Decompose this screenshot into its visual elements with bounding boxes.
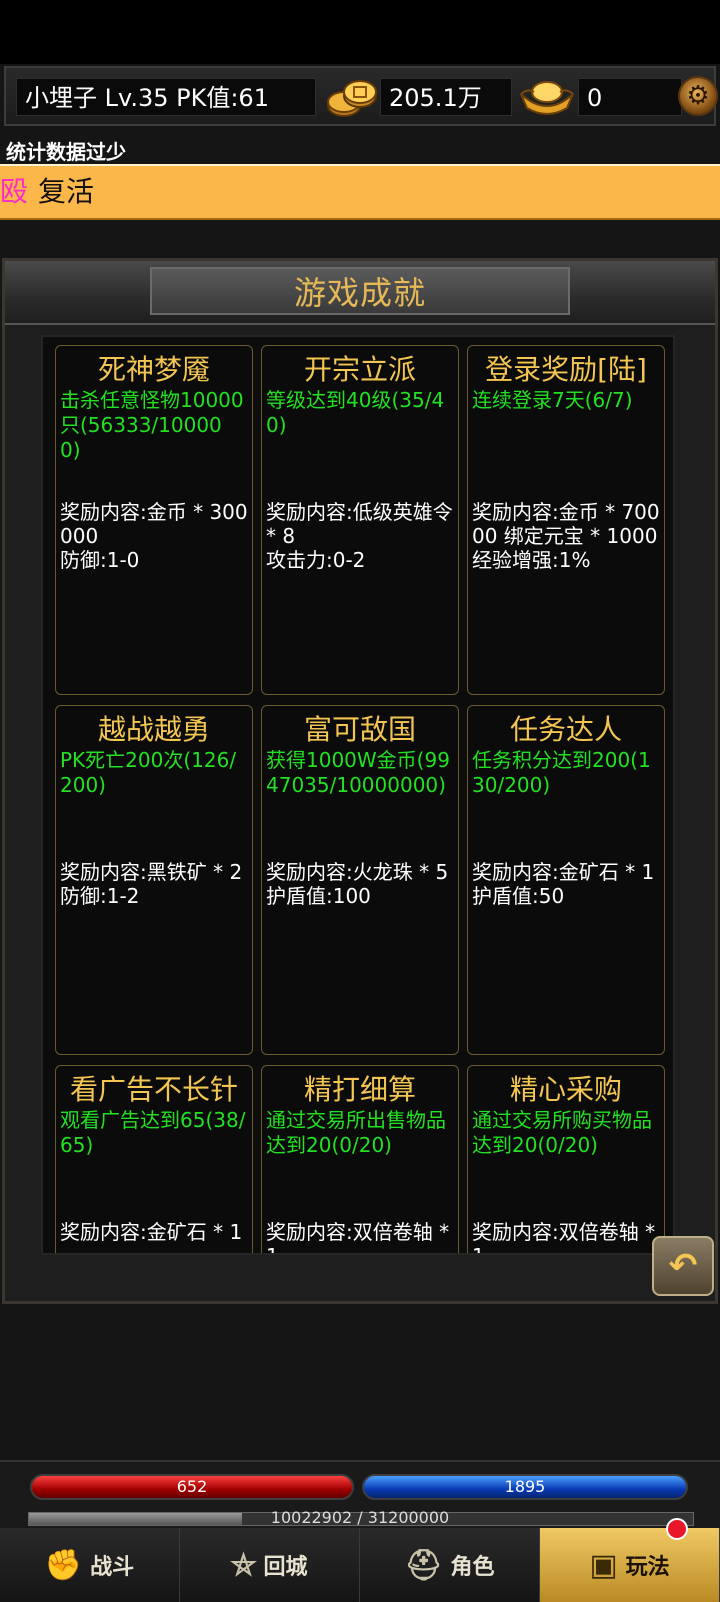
banner-prefix: 殴	[0, 175, 29, 208]
gear-icon: ⚙	[686, 81, 710, 111]
achievement-bonus: 防御:1-2	[60, 884, 140, 908]
gold-ingot-icon	[520, 81, 574, 115]
achievement-card[interactable]: 登录奖励[陆] 连续登录7天(6/7) 奖励内容:金币 * 70000 绑定元宝…	[467, 345, 665, 695]
achievement-grid[interactable]: 死神梦魇 击杀任意怪物10000只(56333/10000 0) 奖励内容:金币…	[41, 335, 675, 1255]
achievement-progress: 获得1000W金币(9947035/10000000)	[266, 748, 450, 797]
fist-icon: ✊	[44, 1547, 83, 1583]
achievement-panel: 游戏成就 死神梦魇 击杀任意怪物10000只(56333/10000 0) 奖励…	[2, 258, 718, 1304]
achievement-reward: 奖励内容:火龙珠 * 5	[266, 860, 449, 884]
ingot-amount: 0	[578, 78, 682, 116]
nav-gameplay[interactable]: ▣ 玩法	[540, 1528, 720, 1602]
achievement-title: 富可敌国	[303, 713, 416, 746]
pentagram-icon: ⛤	[231, 1547, 256, 1583]
achievement-card[interactable]: 越战越勇 PK死亡200次(126/200) 奖励内容:黑铁矿 * 2 防御:1…	[55, 705, 253, 1055]
settings-button[interactable]: ⚙	[678, 76, 718, 116]
achievement-reward: 奖励内容:金币 * 300000	[60, 500, 248, 548]
panel-title-plate: 游戏成就	[150, 267, 570, 315]
achievement-card[interactable]: 死神梦魇 击杀任意怪物10000只(56333/10000 0) 奖励内容:金币…	[55, 345, 253, 695]
achievement-progress: 连续登录7天(6/7)	[472, 388, 633, 412]
achievement-progress: 通过交易所购买物品达到20(0/20)	[472, 1108, 652, 1157]
exp-text: 10022902 / 31200000	[270, 1508, 450, 1527]
achievement-progress: 等级达到40级(35/40)	[266, 388, 445, 437]
achievement-reward: 奖励内容:双倍卷轴 * 1	[266, 1220, 450, 1253]
treasure-chest-icon: ▣	[589, 1547, 618, 1583]
banner-text: 复活	[38, 175, 95, 208]
hp-bar: 652	[30, 1474, 354, 1500]
return-arrow-icon: ↶	[668, 1246, 698, 1286]
achievement-bonus: 防御:1-0	[60, 548, 140, 572]
achievement-card[interactable]: 精心采购 通过交易所购买物品达到20(0/20) 奖励内容:双倍卷轴 * 1	[467, 1065, 665, 1253]
achievement-title: 开宗立派	[303, 353, 416, 386]
notification-dot	[666, 1518, 688, 1540]
mp-bar: 1895	[362, 1474, 688, 1500]
achievement-progress: 击杀任意怪物10000只(56333/10000 0)	[60, 388, 244, 462]
achievement-title: 看广告不长针	[69, 1073, 238, 1106]
achievement-bonus: 攻击力:0-2	[266, 548, 366, 572]
nav-return-city[interactable]: ⛤ 回城	[180, 1528, 360, 1602]
achievement-title: 精打细算	[303, 1073, 416, 1106]
stats-notice: 统计数据过少	[6, 140, 126, 164]
achievement-reward: 奖励内容:金币 * 70000 绑定元宝 * 1000	[472, 500, 660, 548]
gold-amount: 205.1万	[380, 78, 512, 116]
achievement-bonus: 经验增强:1%	[472, 548, 591, 572]
achievement-card[interactable]: 精打细算 通过交易所出售物品达到20(0/20) 奖励内容:双倍卷轴 * 1	[261, 1065, 459, 1253]
achievement-card[interactable]: 富可敌国 获得1000W金币(9947035/10000000) 奖励内容:火龙…	[261, 705, 459, 1055]
nav-label: 玩法	[625, 1555, 670, 1580]
achievement-card[interactable]: 看广告不长针 观看广告达到65(38/65) 奖励内容:金矿石 * 1	[55, 1065, 253, 1253]
nav-label: 战斗	[90, 1555, 135, 1580]
bottom-nav: ✊ 战斗 ⛤ 回城 ⛑ 角色 ▣ 玩法	[0, 1528, 720, 1602]
achievement-reward: 奖励内容:黑铁矿 * 2	[60, 860, 243, 884]
achievement-title: 精心采购	[509, 1073, 622, 1106]
back-button[interactable]: ↶	[652, 1236, 714, 1296]
panel-header: 游戏成就	[5, 261, 715, 325]
achievement-bonus: 护盾值:100	[266, 884, 371, 908]
achievement-reward: 奖励内容:双倍卷轴 * 1	[472, 1220, 656, 1253]
achievement-progress: 观看广告达到65(38/65)	[60, 1108, 246, 1157]
achievement-reward: 奖励内容:金矿石 * 1	[60, 1220, 243, 1244]
achievement-title: 死神梦魇	[97, 353, 210, 386]
top-black-band	[0, 0, 720, 64]
achievement-progress: 任务积分达到200(130/200)	[472, 748, 651, 797]
achievement-progress: 通过交易所出售物品达到20(0/20)	[266, 1108, 446, 1157]
coin-stack-icon	[327, 80, 377, 117]
nav-battle[interactable]: ✊ 战斗	[0, 1528, 180, 1602]
achievement-title: 任务达人	[509, 713, 622, 746]
nav-label: 角色	[450, 1555, 495, 1580]
achievement-progress: PK死亡200次(126/200)	[60, 748, 237, 797]
bottom-hud: 652 1895 10022902 / 31200000 ✊ 战斗 ⛤ 回城 ⛑…	[0, 1460, 720, 1602]
helmet-icon: ⛑	[404, 1547, 443, 1583]
achievement-title: 登录奖励[陆]	[485, 353, 647, 386]
achievement-card[interactable]: 任务达人 任务积分达到200(130/200) 奖励内容:金矿石 * 1 护盾值…	[467, 705, 665, 1055]
player-info: 小埋子 Lv.35 PK值:61	[16, 78, 316, 116]
nav-label: 回城	[263, 1555, 308, 1580]
revive-banner[interactable]: 殴复活	[0, 164, 720, 220]
achievement-card[interactable]: 开宗立派 等级达到40级(35/40) 奖励内容:低级英雄令 * 8 攻击力:0…	[261, 345, 459, 695]
player-status-bar: 小埋子 Lv.35 PK值:61 205.1万 0 ⚙	[4, 66, 718, 126]
achievement-title: 越战越勇	[97, 713, 210, 746]
achievement-reward: 奖励内容:低级英雄令 * 8	[266, 500, 453, 548]
panel-title: 游戏成就	[293, 274, 426, 312]
achievement-bonus: 护盾值:50	[472, 884, 565, 908]
nav-character[interactable]: ⛑ 角色	[360, 1528, 540, 1602]
achievement-reward: 奖励内容:金矿石 * 1	[472, 860, 655, 884]
